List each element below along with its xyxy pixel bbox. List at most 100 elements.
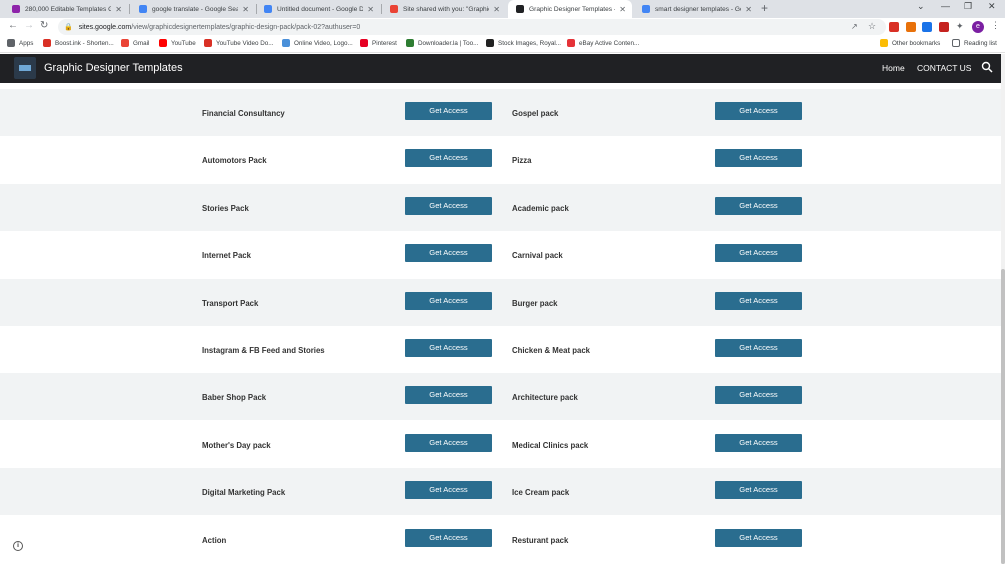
reading-list-icon — [952, 39, 960, 47]
get-access-button-left[interactable]: Get Access — [405, 339, 492, 357]
bookmark-item[interactable]: Pinterest — [360, 39, 397, 47]
get-access-button-left[interactable]: Get Access — [405, 196, 492, 215]
bookmark-item[interactable]: Boost.ink - Shorten... — [43, 39, 114, 47]
reading-list[interactable]: Reading list — [952, 39, 997, 47]
tab-close-icon[interactable]: ✕ — [745, 5, 752, 14]
restore-button[interactable]: ❐ — [964, 1, 972, 12]
bookmark-favicon-icon — [282, 39, 290, 47]
tab-search-icon[interactable]: ⌄ — [917, 1, 925, 12]
get-access-button-left[interactable]: Get Access — [405, 481, 492, 500]
nav-contact-link[interactable]: CONTACT US — [917, 63, 971, 73]
tab-title: smart designer templates - Goog — [655, 5, 741, 13]
pack-name-left: Baber Shop Pack — [202, 393, 267, 403]
pack-name-left: Action — [202, 535, 227, 545]
get-access-button-left[interactable]: Get Access — [405, 291, 492, 310]
get-access-button-right[interactable]: Get Access — [715, 291, 802, 310]
get-access-button-right[interactable]: Get Access — [715, 102, 802, 120]
tab-close-icon[interactable]: ✕ — [242, 5, 249, 14]
extension-4-icon[interactable] — [939, 22, 949, 32]
pack-row: Financial Consultancy Get Access Gospel pa… — [0, 89, 1001, 136]
bookmark-favicon-icon — [567, 39, 575, 47]
extension-3-icon[interactable] — [922, 22, 932, 32]
browser-tab[interactable]: Graphic Designer Templates - Pa ✕ — [508, 0, 632, 18]
get-access-button-right[interactable]: Get Access — [715, 528, 802, 547]
pack-name-right: Architecture pack — [512, 393, 578, 403]
tab-favicon-icon — [642, 5, 650, 13]
get-access-button-right[interactable]: Get Access — [715, 433, 802, 452]
tab-favicon-icon — [12, 5, 20, 13]
get-access-button-right[interactable]: Get Access — [715, 339, 802, 357]
bookmark-item[interactable]: Gmail — [121, 39, 149, 47]
pack-name-right: Burger pack — [512, 298, 558, 308]
browser-tab[interactable]: smart designer templates - Goog ✕ — [634, 0, 758, 18]
bookmark-item[interactable]: eBay Active Conten... — [567, 39, 639, 47]
site-title[interactable]: Graphic Designer Templates — [44, 62, 183, 74]
get-access-button-right[interactable]: Get Access — [715, 386, 802, 405]
extensions-puzzle-icon[interactable]: ✦ — [956, 21, 964, 32]
bookmark-item[interactable]: Apps — [7, 39, 33, 47]
bookmark-item[interactable]: YouTube Video Do... — [204, 39, 274, 47]
tab-close-icon[interactable]: ✕ — [115, 5, 122, 14]
site-logo[interactable] — [14, 57, 36, 79]
bookmark-label: Stock Images, Royal... — [498, 39, 561, 47]
scrollbar-thumb[interactable] — [1001, 269, 1005, 564]
bookmark-item[interactable]: Downloader.la | Too... — [406, 39, 478, 47]
pack-name-left: Stories Pack — [202, 203, 249, 213]
extension-1-icon[interactable] — [889, 22, 899, 32]
bookmark-favicon-icon — [486, 39, 494, 47]
get-access-button-left[interactable]: Get Access — [405, 244, 492, 263]
bookmark-item[interactable]: Stock Images, Royal... — [486, 39, 561, 47]
nav-home-link[interactable]: Home — [882, 63, 905, 73]
bookmark-favicon-icon — [43, 39, 51, 47]
pack-name-right: Pizza — [512, 156, 532, 166]
get-access-button-left[interactable]: Get Access — [405, 433, 492, 452]
get-access-button-left[interactable]: Get Access — [405, 149, 492, 168]
get-access-button-right[interactable]: Get Access — [715, 481, 802, 500]
pack-name-left: Internet Pack — [202, 251, 251, 261]
info-icon[interactable]: i — [13, 541, 23, 551]
close-window-button[interactable]: ✕ — [988, 1, 996, 12]
page-scrollbar[interactable] — [1001, 54, 1005, 564]
tab-favicon-icon — [390, 5, 398, 13]
reload-icon[interactable]: ↻ — [40, 20, 48, 31]
tab-close-icon[interactable]: ✕ — [619, 5, 626, 14]
bookmark-star-icon[interactable]: ☆ — [868, 21, 876, 32]
get-access-button-left[interactable]: Get Access — [405, 102, 492, 120]
browser-tab[interactable]: google translate - Google Search✕ — [131, 0, 255, 18]
get-access-button-left[interactable]: Get Access — [405, 386, 492, 405]
pack-name-left: Automotors Pack — [202, 156, 267, 166]
tab-close-icon[interactable]: ✕ — [367, 5, 374, 14]
get-access-button-right[interactable]: Get Access — [715, 244, 802, 263]
browser-tab[interactable]: Site shared with you: "Graphic D ✕ — [382, 0, 506, 18]
pack-row: Mother's Day pack Get Access Medical Clini… — [0, 421, 1001, 468]
browser-tab[interactable]: Untitled document - Google Doc ✕ — [256, 0, 380, 18]
forward-icon[interactable]: → — [24, 20, 34, 31]
minimize-button[interactable]: — — [941, 1, 950, 11]
tab-favicon-icon — [516, 5, 524, 13]
bookmark-label: Downloader.la | Too... — [418, 39, 479, 47]
other-bookmarks-label: Other bookmarks — [892, 39, 941, 47]
profile-avatar[interactable]: e — [972, 21, 984, 33]
tab-favicon-icon — [139, 5, 147, 13]
tab-close-icon[interactable]: ✕ — [493, 5, 500, 14]
browser-tab[interactable]: 280,000 Editable Templates Grap✕ — [4, 0, 128, 18]
bookmark-item[interactable]: YouTube — [159, 39, 196, 47]
new-tab-button[interactable]: + — [761, 1, 768, 15]
extension-2-icon[interactable] — [906, 22, 916, 32]
bookmark-label: Gmail — [133, 39, 150, 47]
url-path: /view/graphicdesignertemplates/graphic-d… — [131, 23, 361, 31]
bookmark-item[interactable]: Online Video, Logo... — [282, 39, 353, 47]
search-icon[interactable] — [981, 61, 993, 73]
back-icon[interactable]: ← — [8, 20, 18, 31]
get-access-button-right[interactable]: Get Access — [715, 149, 802, 168]
share-icon[interactable]: ↗ — [851, 22, 858, 31]
tab-title: Untitled document - Google Doc — [277, 5, 364, 13]
get-access-button-right[interactable]: Get Access — [715, 196, 802, 215]
other-bookmarks[interactable]: Other bookmarks — [880, 39, 940, 47]
pack-row: Digital Marketing Pack Get Access Ice Crea… — [0, 468, 1001, 516]
bookmark-favicon-icon — [159, 39, 167, 47]
menu-kebab-icon[interactable]: ⋮ — [991, 20, 1000, 31]
pack-row: Internet Pack Get Access Carnival pack Get … — [0, 231, 1001, 278]
get-access-button-left[interactable]: Get Access — [405, 528, 492, 547]
address-bar[interactable]: 🔒 sites.google.com/view/graphicdesignert… — [58, 19, 886, 35]
